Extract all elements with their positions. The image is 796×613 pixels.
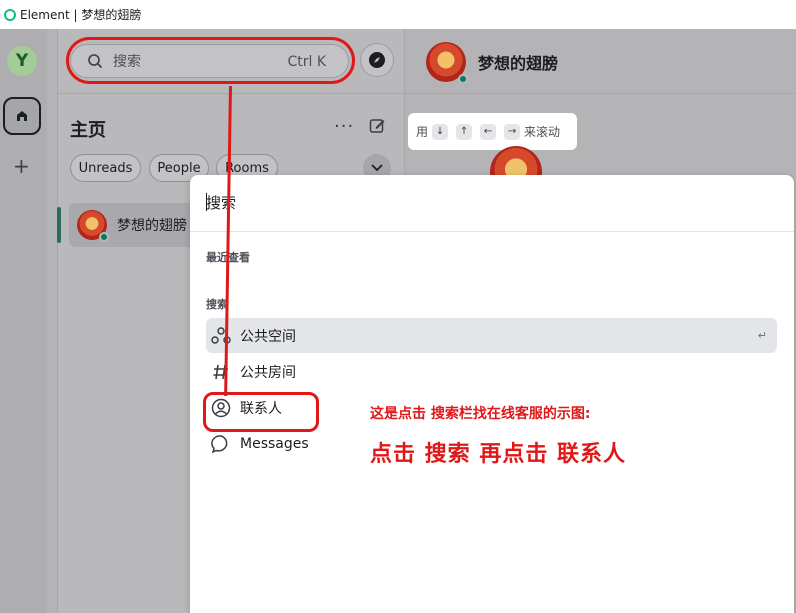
option-label: 联系人 [240,400,282,417]
arrow-right-key-icon: → [504,123,521,140]
window-title: Element | 梦想的翅膀 [20,8,142,22]
home-space-button[interactable] [3,97,41,135]
enter-key-icon: ↵ [757,329,767,342]
annotation-instruction: 点击 搜索 再点击 联系人 [370,442,626,467]
compose-button[interactable] [369,117,386,138]
search-icon [88,54,103,69]
user-avatar[interactable]: Y [7,46,37,76]
room-name: 梦想的翅膀 [117,218,187,234]
compose-icon [369,119,385,133]
option-public-rooms[interactable]: 公共房间 [206,354,777,389]
spaces-icon [210,325,232,347]
online-presence-icon [99,232,109,242]
compass-icon [369,52,385,68]
selected-indicator [57,207,61,243]
search-button[interactable]: 搜索 Ctrl K [70,44,349,78]
room-list-item[interactable]: 梦想的翅膀 [57,203,200,247]
scroll-hint: 用 ↓ ↑ ← → 来滚动 [408,113,577,150]
home-icon [17,111,27,121]
annotation-caption: 这是点击 搜索栏找在线客服的示图: [370,406,591,422]
element-logo-icon [4,8,16,21]
option-label: 公共空间 [240,328,296,345]
filter-unreads[interactable]: Unreads [70,154,141,182]
user-icon [210,397,232,419]
arrow-up-key-icon: ↑ [456,123,473,140]
room-header-avatar[interactable] [426,42,468,84]
room-avatar [77,210,109,242]
option-label: Messages [240,435,309,452]
chevron-down-icon [371,164,383,172]
window-titlebar: Element | 梦想的翅膀 [0,0,796,29]
arrow-left-key-icon: ← [480,123,497,140]
search-shortcut: Ctrl K [287,54,326,70]
dialog-divider [190,231,794,232]
search-placeholder: 搜索 [113,54,141,70]
hash-icon [210,361,232,383]
arrow-down-key-icon: ↓ [432,123,449,140]
page-title: 主页 [70,120,106,141]
room-header-name[interactable]: 梦想的翅膀 [478,50,558,74]
add-space-button[interactable]: + [13,154,30,178]
panel-divider [58,93,406,94]
option-label: 公共房间 [240,364,296,381]
dialog-search-input[interactable]: 搜索 [206,192,236,213]
header-divider [406,93,796,94]
space-bar: Y + [0,29,47,613]
hint-prefix: 用 [416,125,429,139]
hint-suffix: 来滚动 [524,125,561,139]
online-presence-icon [458,74,468,84]
option-public-spaces[interactable]: 公共空间 ↵ [206,318,777,353]
search-dialog: 搜索 最近查看 搜索 公共空间 ↵ 公共房间 联系人 Messages [190,175,794,613]
explore-rooms-button[interactable] [360,43,394,77]
chat-bubble-icon [210,433,232,455]
more-options-button[interactable]: ··· [334,116,354,137]
